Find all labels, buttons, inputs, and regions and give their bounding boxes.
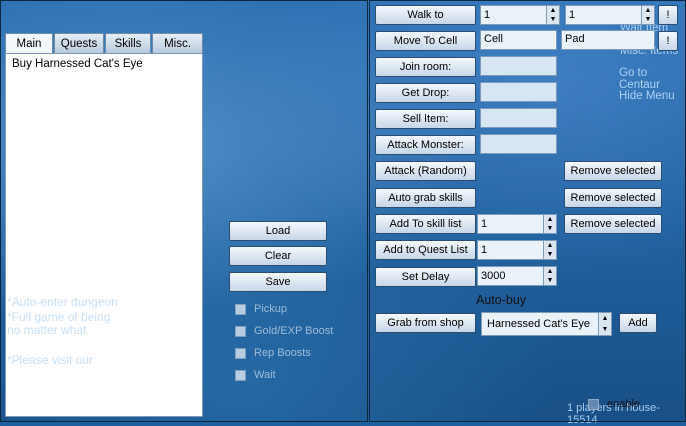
boost-checkbox[interactable]: Gold/EXP Boost — [235, 325, 333, 337]
checkbox-box[interactable] — [235, 369, 246, 381]
ghost-text-2: *Full game of being — [7, 310, 111, 324]
ghost-text-4: *Please visit our — [7, 353, 94, 367]
checkbox-label: Wait — [254, 369, 276, 381]
list-item[interactable]: Buy Harnessed Cat's Eye — [6, 54, 202, 74]
checkbox-label: Rep Boosts — [254, 347, 311, 359]
pickup-checkbox[interactable]: Pickup — [235, 303, 287, 315]
load-button[interactable]: Load — [229, 221, 327, 241]
checkbox-box[interactable] — [235, 325, 246, 337]
ghost-text-3: no matter what. — [7, 323, 90, 337]
save-button[interactable]: Save — [229, 272, 327, 292]
tab-main[interactable]: Main — [5, 33, 53, 53]
bot-main-window: Main Quests Skills Misc. Buy Harnessed C… — [0, 0, 368, 422]
wait-checkbox[interactable]: Wait — [235, 369, 276, 381]
checkbox-label: Pickup — [254, 303, 288, 315]
tab-skills[interactable]: Skills — [105, 33, 151, 53]
checkbox-box[interactable] — [235, 347, 246, 359]
checkbox-label: Gold/EXP Boost — [254, 325, 334, 337]
clear-button[interactable]: Clear — [229, 246, 327, 266]
bot-action-window — [369, 0, 686, 422]
checkbox-box[interactable] — [235, 303, 246, 315]
tab-misc[interactable]: Misc. — [152, 33, 203, 53]
ghost-text-1: *Auto-enter dungeon — [7, 295, 118, 309]
rep-boost-checkbox[interactable]: Rep Boosts — [235, 347, 311, 359]
tab-quests[interactable]: Quests — [54, 33, 104, 53]
